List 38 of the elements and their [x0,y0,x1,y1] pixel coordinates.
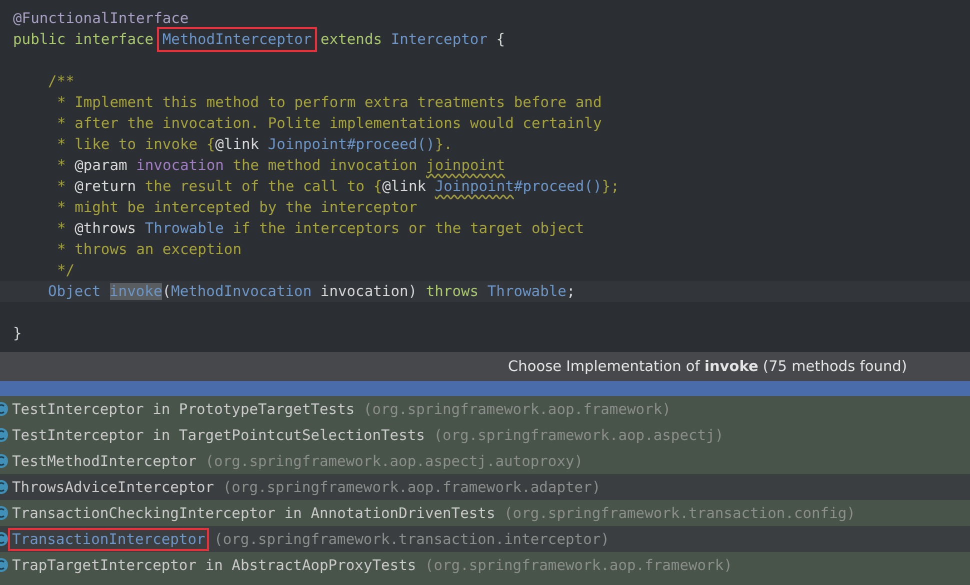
class-icon [0,532,8,546]
package-name: (org.springframework.transaction.config) [504,504,856,522]
class-icon [0,480,8,494]
class-name: TestMethodInterceptor [12,452,197,470]
code-line: /** [48,73,74,90]
package-name: (org.springframework.transaction.interceptor) [214,530,610,548]
class-name: TrapTargetInterceptor in AbstractAopProxyTests [12,556,416,574]
class-name: TestInterceptor in TargetPointcutSelectionTests [12,426,425,444]
package-name: (org.springframework.aop.aspectj.autoproxy) [205,452,584,470]
package-name: (org.springframework.aop.framework) [363,400,671,418]
code-line: * after the invocation. Polite implementations would certainly [57,115,602,132]
implementation-item[interactable]: TransactionInterceptor (org.springframework.transaction.interceptor) [0,526,970,552]
package-name: (org.springframework.aop.framework.adapter) [222,478,601,496]
class-icon [0,454,8,468]
code-line: * @throws Throwable if the interceptors or the target object [57,220,584,237]
code-line: } [13,325,22,342]
code-line: @FunctionalInterface [13,10,189,27]
package-name: (org.springframework.aop.framework) [424,556,732,574]
package-name: (org.springframework.aop.aspectj) [434,426,724,444]
class-icon [0,558,8,572]
class-name: ThrowsAdviceInterceptor [12,478,214,496]
class-name: TestInterceptor in PrototypeTargetTests [12,400,355,418]
code-line: Object invoke(MethodInvocation invocation) throws Throwable; [48,283,576,300]
code-line: * might be intercepted by the interceptor [57,199,418,216]
code-line: * @param invocation the method invocation joinpoint [57,157,506,174]
code-line: * @return the result of the call to {@link Joinpoint#proceed()}; [57,178,620,195]
class-icon [0,506,8,520]
code-line: */ [57,262,75,279]
class-icon [0,402,8,416]
code-line: * throws an exception [57,241,242,258]
class-name: TransactionInterceptor [8,528,210,550]
code-line: * Implement this method to perform extra treatments before and [57,94,602,111]
class-icon [0,428,8,442]
implementation-item[interactable]: ThrowsAdviceInterceptor (org.springframework.aop.framework.adapter) [0,474,970,500]
popup-title: Choose Implementation of invoke (75 methods found) [508,358,907,374]
class-name: TransactionCheckingInterceptor in AnnotationDrivenTests [12,504,496,522]
code-line: * like to invoke {@link Joinpoint#proceed()}. [57,136,452,153]
implementation-item[interactable] [0,381,970,396]
